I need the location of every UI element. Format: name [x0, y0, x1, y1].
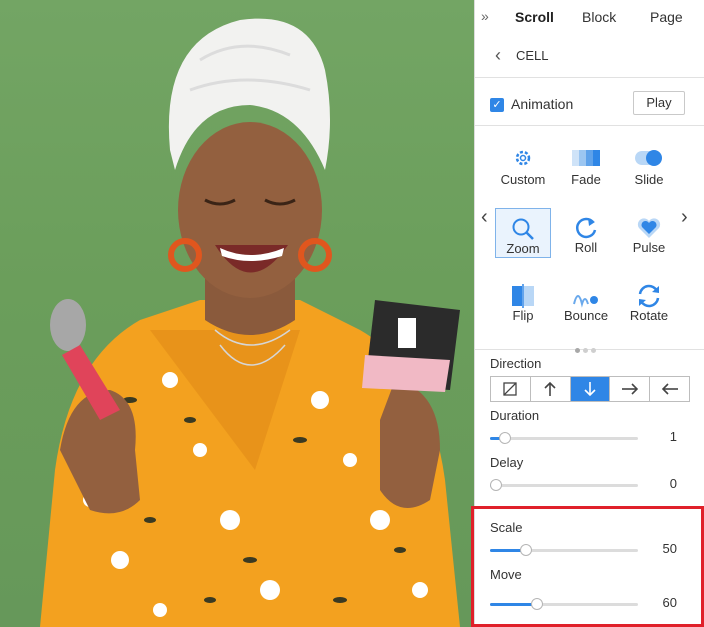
effect-zoom[interactable]: Zoom	[495, 208, 551, 258]
animation-checkbox[interactable]: ✓	[490, 98, 504, 112]
effect-label: Zoom	[506, 241, 540, 256]
effect-bounce[interactable]: Bounce	[558, 276, 614, 326]
breadcrumb: ‹ CELL	[475, 34, 704, 78]
arrow-right-icon	[621, 383, 638, 395]
effect-custom[interactable]: Custom	[495, 140, 551, 190]
effect-label: Custom	[500, 172, 546, 187]
direction-none-button[interactable]	[491, 377, 531, 401]
effect-label: Slide	[634, 172, 664, 187]
woman-photo	[40, 18, 460, 627]
direction-down-button[interactable]	[570, 377, 611, 401]
zoom-icon	[512, 218, 534, 240]
tab-page[interactable]: Page	[650, 9, 683, 25]
effect-slide[interactable]: Slide	[621, 140, 677, 190]
effect-pulse[interactable]: Pulse	[621, 208, 677, 258]
panel-tabs: » Scroll Block Page	[475, 0, 704, 34]
effect-roll[interactable]: Roll	[558, 208, 614, 258]
rotate-icon	[638, 284, 660, 308]
slide-icon	[635, 150, 662, 166]
arrow-left-icon	[661, 383, 678, 395]
roll-icon	[575, 217, 597, 239]
effect-label: Pulse	[632, 240, 666, 255]
effect-grid: ‹ › Custom Fade Slide Zoom Roll Pulse Fl…	[475, 126, 704, 353]
back-chevron-icon[interactable]: ‹	[495, 45, 501, 66]
delay-slider[interactable]	[490, 479, 638, 491]
highlight-box	[471, 506, 704, 627]
page-dot[interactable]	[583, 348, 588, 353]
play-button[interactable]: Play	[633, 91, 685, 115]
collapse-panel-icon[interactable]: »	[481, 8, 489, 24]
direction-right-button[interactable]	[610, 377, 651, 401]
delay-label: Delay	[490, 455, 524, 470]
duration-label: Duration	[490, 408, 540, 423]
direction-label: Direction	[490, 356, 542, 371]
animation-row: ✓ Animation Play	[475, 78, 704, 126]
arrow-down-icon	[584, 382, 596, 397]
effect-label: Flip	[512, 308, 534, 323]
animation-label: Animation	[511, 96, 574, 112]
effect-label: Bounce	[563, 308, 609, 323]
bounce-icon	[573, 295, 598, 308]
duration-value: 1	[669, 429, 677, 444]
prev-effects-chevron-icon[interactable]: ‹	[481, 206, 488, 229]
effect-label: Fade	[571, 172, 601, 187]
none-icon	[503, 382, 518, 396]
gear-icon	[515, 150, 531, 166]
effect-pagination	[575, 340, 599, 358]
delay-value: 0	[669, 476, 677, 491]
flip-icon	[512, 284, 534, 308]
effect-label: Rotate	[629, 308, 669, 323]
effect-label: Roll	[574, 240, 598, 255]
tab-scroll[interactable]: Scroll	[515, 9, 554, 25]
photo-canvas[interactable]	[0, 0, 474, 627]
direction-up-button[interactable]	[530, 377, 571, 401]
effect-rotate[interactable]: Rotate	[621, 276, 677, 326]
slider-thumb[interactable]	[490, 479, 502, 491]
fade-icon	[572, 150, 600, 166]
next-effects-chevron-icon[interactable]: ›	[681, 206, 688, 229]
direction-left-button[interactable]	[650, 377, 689, 401]
duration-slider[interactable]	[490, 432, 638, 444]
direction-segmented-control	[490, 376, 690, 402]
slider-thumb[interactable]	[499, 432, 511, 444]
effect-flip[interactable]: Flip	[495, 276, 551, 326]
breadcrumb-cell[interactable]: CELL	[516, 48, 549, 63]
effect-fade[interactable]: Fade	[558, 140, 614, 190]
page-dot[interactable]	[575, 348, 580, 353]
page-dot[interactable]	[591, 348, 596, 353]
heart-icon	[637, 218, 661, 238]
arrow-up-icon	[544, 381, 556, 396]
tab-block[interactable]: Block	[582, 9, 616, 25]
